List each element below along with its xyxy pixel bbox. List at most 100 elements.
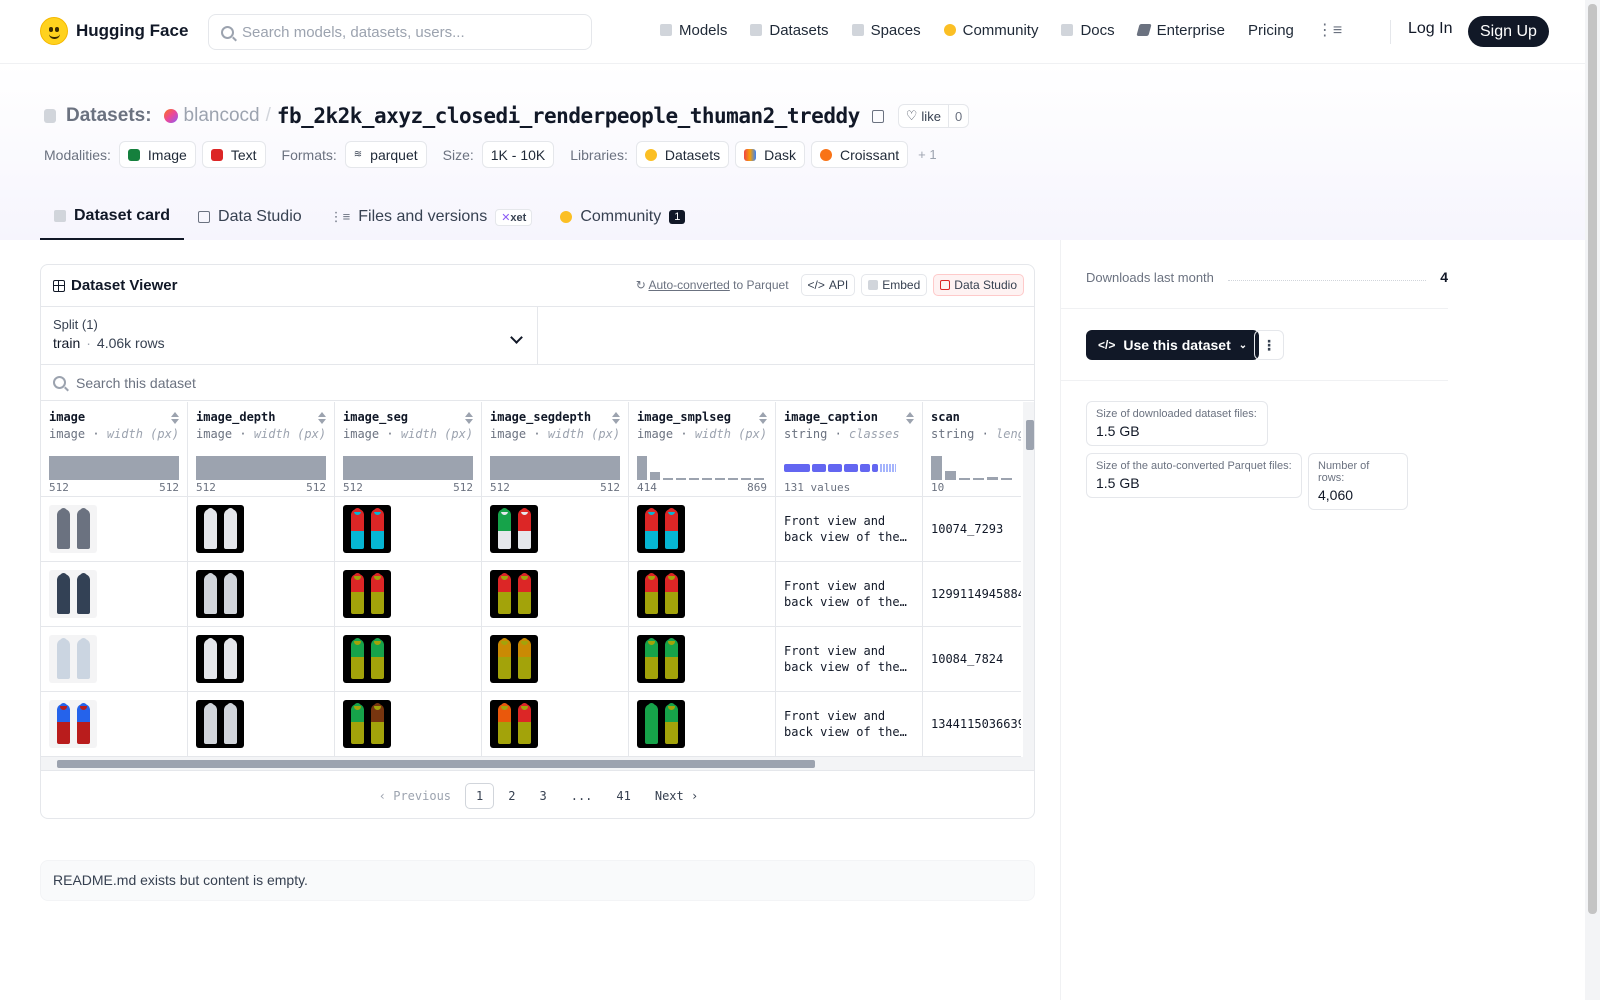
image-thumbnail[interactable] [490,635,538,683]
global-search[interactable] [208,14,592,50]
nav-models[interactable]: Models [660,22,727,39]
column-header[interactable]: image_seg image · width (px) 512 512 [335,402,481,497]
embed-button[interactable]: Embed [861,274,928,296]
image-thumbnail[interactable] [49,700,97,748]
tab-dataset-card[interactable]: Dataset card [40,194,185,240]
class-bar[interactable] [872,464,878,472]
image-thumbnail[interactable] [49,570,97,618]
histogram-bar[interactable] [196,456,326,480]
tag-croissant[interactable]: Croissant [811,141,909,168]
horizontal-scrollbar[interactable] [41,757,1034,770]
table-cell[interactable] [629,562,775,627]
page-41[interactable]: 41 [606,784,640,808]
previous-page-button[interactable]: ‹ Previous [369,784,461,808]
table-cell[interactable] [629,497,775,562]
scrollbar-thumb[interactable] [1026,420,1034,450]
table-cell[interactable] [41,627,187,692]
table-cell[interactable] [188,627,334,692]
class-bar[interactable] [860,464,870,472]
image-thumbnail[interactable] [196,700,244,748]
table-cell[interactable]: Front view and back view of the… [776,692,922,757]
table-cell[interactable]: Front view and back view of the… [776,562,922,627]
table-cell[interactable] [41,497,187,562]
signup-button[interactable]: Sign Up [1468,16,1549,47]
histogram-bar[interactable] [1001,478,1012,480]
sort-icon[interactable] [759,412,767,424]
like-count[interactable]: 0 [947,105,968,127]
copy-icon[interactable] [871,109,884,123]
table-cell[interactable]: Front view and back view of the… [776,627,922,692]
histogram-bar[interactable] [676,478,686,480]
tag-size[interactable]: 1K - 10K [481,141,555,168]
table-cell[interactable] [335,562,481,627]
scrollbar-thumb[interactable] [1588,4,1597,914]
nav-pricing[interactable]: Pricing [1248,22,1294,39]
image-thumbnail[interactable] [637,635,685,683]
table-cell[interactable] [41,562,187,627]
image-thumbnail[interactable] [343,700,391,748]
class-bar[interactable] [844,464,858,472]
table-cell[interactable]: Front view and back view of the… [776,497,922,562]
tag-parquet[interactable]: ≋ parquet [344,141,427,168]
tag-datasets[interactable]: Datasets [635,141,730,168]
more-options-icon[interactable]: ⋮ [1254,330,1284,360]
menu-icon[interactable]: ⋮≡ [1317,20,1342,40]
column-header[interactable]: image_segdepth image · width (px) 512 512 [482,402,628,497]
tag-image[interactable]: Image [118,141,196,168]
tab-community[interactable]: Community 1 [546,194,699,240]
table-cell[interactable] [335,497,481,562]
scrollbar-thumb[interactable] [57,760,815,768]
vertical-scrollbar[interactable] [1023,402,1034,757]
table-cell[interactable] [482,497,628,562]
image-thumbnail[interactable] [196,505,244,553]
image-thumbnail[interactable] [196,635,244,683]
table-cell[interactable] [482,692,628,757]
column-header[interactable]: image_caption string · classes 131 value… [776,402,922,497]
data-studio-button[interactable]: Data Studio [933,274,1024,296]
page-1[interactable]: 1 [465,782,495,809]
nav-enterprise[interactable]: Enterprise [1136,22,1225,39]
image-thumbnail[interactable] [343,635,391,683]
sort-icon[interactable] [171,412,179,424]
tab-data-studio[interactable]: Data Studio [184,194,316,240]
nav-community[interactable]: Community [943,22,1038,39]
image-thumbnail[interactable] [343,505,391,553]
histogram-bar[interactable] [650,472,660,480]
table-cell[interactable] [41,692,187,757]
histogram-bar[interactable] [945,471,956,480]
brand-logo[interactable]: Hugging Face [40,17,188,45]
table-cell[interactable] [629,627,775,692]
table-cell[interactable] [482,562,628,627]
column-header[interactable]: image image · width (px) 512 512 [41,402,187,497]
histogram-bar[interactable] [702,478,712,480]
table-cell[interactable] [335,627,481,692]
tab-files[interactable]: ⋮≡ Files and versions ✕xet [316,194,547,240]
like-button[interactable]: ♡ like [899,105,948,127]
class-bar[interactable] [812,464,826,472]
global-search-input[interactable] [242,23,572,41]
image-thumbnail[interactable] [490,505,538,553]
column-header[interactable]: image_depth image · width (px) 512 512 [188,402,334,497]
histogram-bar[interactable] [754,478,764,480]
histogram-bar[interactable] [987,477,998,480]
image-thumbnail[interactable] [196,570,244,618]
next-page-button[interactable]: Next › [645,784,708,808]
sort-icon[interactable] [906,412,914,424]
dataset-search-input[interactable] [76,374,476,391]
use-dataset-button[interactable]: </> Use this dataset ⌄ [1086,330,1260,360]
class-bar[interactable] [828,464,842,472]
login-link[interactable]: Log In [1408,20,1452,38]
page-scrollbar[interactable] [1585,0,1600,1000]
auto-converted-link[interactable]: Auto-converted [648,278,729,292]
sort-icon[interactable] [318,412,326,424]
histogram-bar[interactable] [973,478,984,480]
histogram-bar[interactable] [343,456,473,480]
histogram-bar[interactable] [959,478,970,480]
table-cell[interactable] [335,692,481,757]
histogram-bar[interactable] [728,478,738,480]
column-header[interactable]: scan string · lengths 10 [923,402,1021,497]
table-cell[interactable] [188,562,334,627]
histogram-bar[interactable] [741,478,751,480]
image-thumbnail[interactable] [490,700,538,748]
repo-name[interactable]: fb_2k2k_axyz_closedi_renderpeople_thuman… [277,104,860,128]
